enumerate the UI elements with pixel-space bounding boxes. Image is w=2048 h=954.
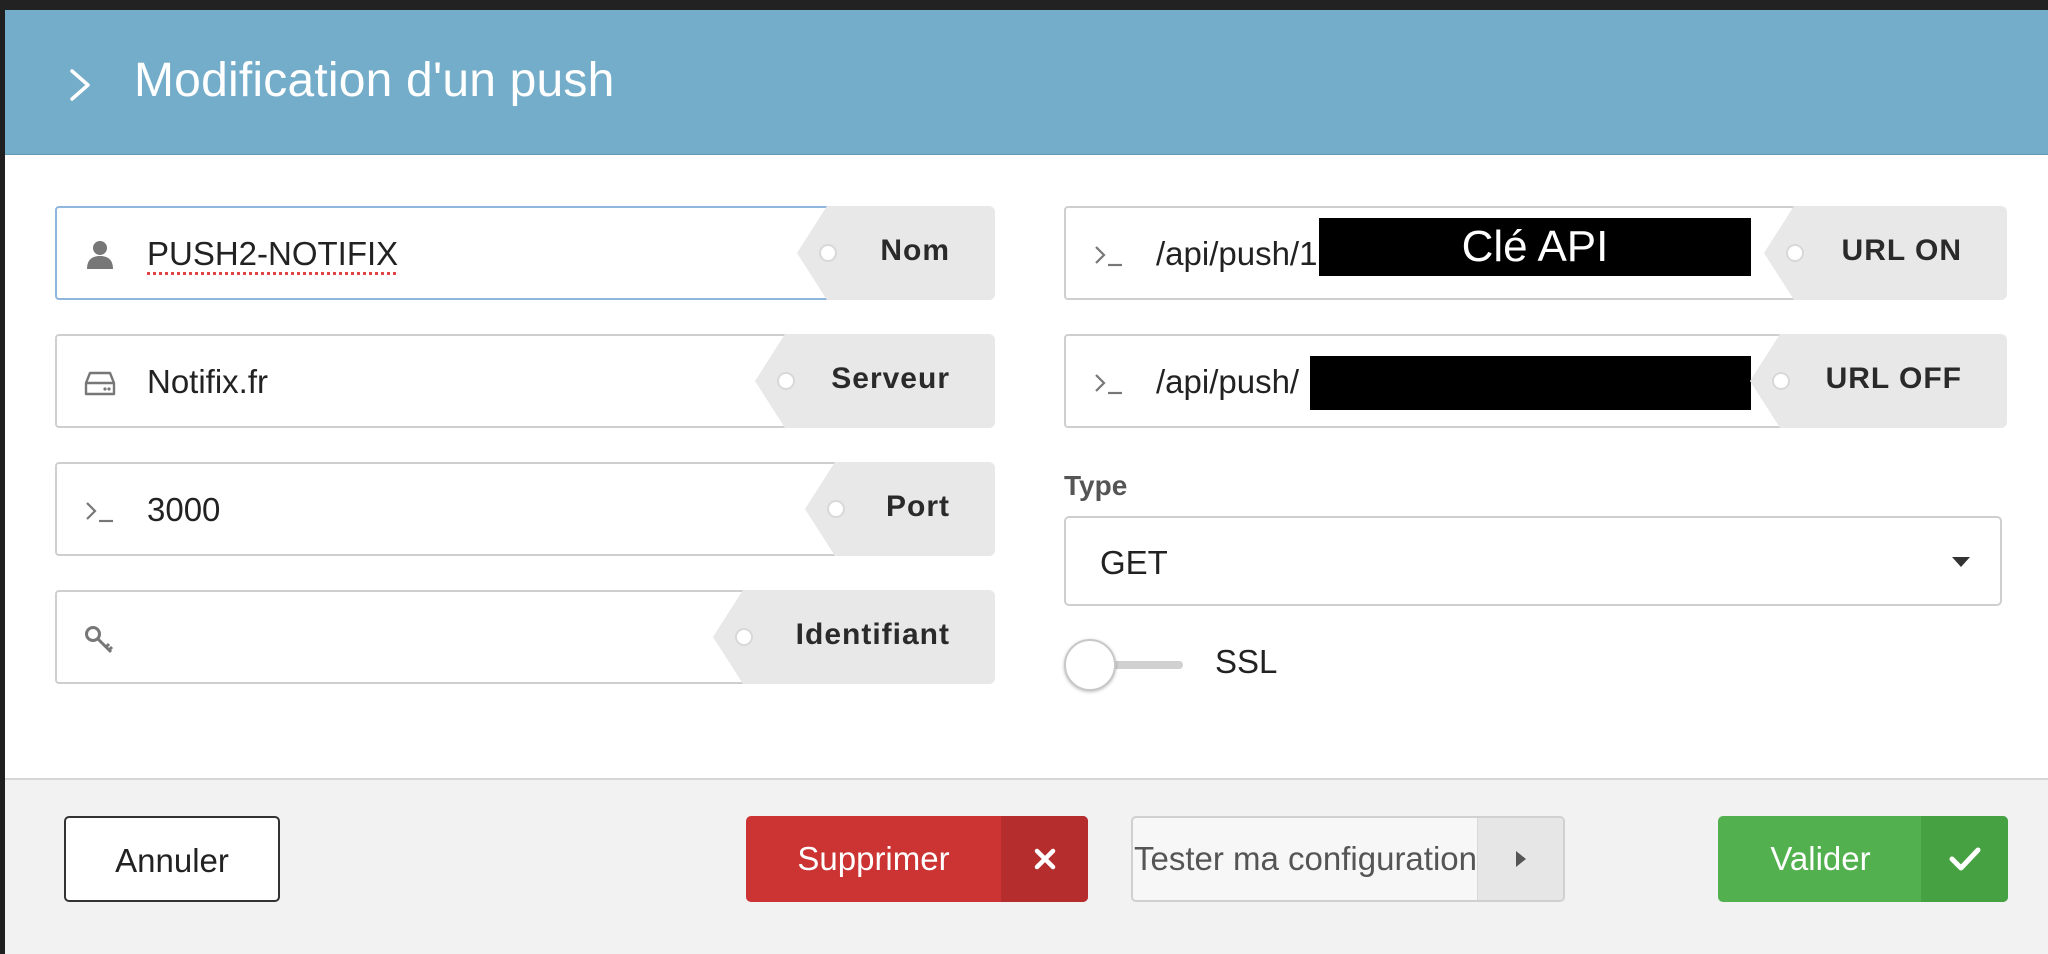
- test-config-button[interactable]: Tester ma configuration: [1131, 816, 1565, 902]
- type-select[interactable]: GET: [1064, 516, 2002, 606]
- window-top-strip: [0, 0, 2048, 10]
- url-off-tag: URL OFF: [1750, 334, 2007, 428]
- port-field[interactable]: 3000: [55, 462, 845, 556]
- nom-tag: Nom: [797, 206, 995, 300]
- identifiant-tag: Identifiant: [713, 590, 995, 684]
- ssl-toggle-knob[interactable]: [1064, 639, 1116, 691]
- terminal-icon: [1095, 374, 1122, 395]
- server-icon: [84, 371, 116, 396]
- delete-button[interactable]: Supprimer: [746, 816, 1088, 902]
- url-off-label: URL OFF: [1825, 362, 1962, 395]
- type-selected-value: GET: [1100, 544, 1168, 581]
- terminal-icon: [1095, 246, 1122, 267]
- play-icon: [1515, 851, 1526, 867]
- cancel-button[interactable]: Annuler: [64, 816, 280, 902]
- url-on-value[interactable]: /api/push/1: [1156, 235, 1317, 273]
- cancel-button-label: Annuler: [115, 842, 229, 879]
- checkmark-icon: [1949, 847, 1980, 871]
- nom-label: Nom: [880, 234, 950, 267]
- test-config-button-label: Tester ma configuration: [1133, 840, 1477, 877]
- terminal-icon: [86, 502, 113, 523]
- serveur-field[interactable]: Notifix.fr: [55, 334, 845, 428]
- validate-button-icon-area: [1921, 816, 2008, 902]
- validate-button-label: Valider: [1770, 840, 1871, 877]
- serveur-value[interactable]: Notifix.fr: [147, 363, 268, 401]
- port-label: Port: [886, 490, 950, 523]
- identifiant-label: Identifiant: [795, 618, 950, 651]
- edit-push-modal: Modification d'un push PUSH2-NOTIFIX Nom…: [5, 10, 2048, 954]
- modal-footer: Annuler Supprimer Tester ma configuratio…: [5, 778, 2048, 954]
- serveur-label: Serveur: [831, 362, 950, 395]
- close-icon: [1034, 848, 1055, 870]
- key-icon: [85, 626, 114, 654]
- port-tag: Port: [805, 462, 995, 556]
- redaction-box: Clé API: [1319, 218, 1751, 276]
- nom-value[interactable]: PUSH2-NOTIFIX: [147, 235, 398, 273]
- url-off-value[interactable]: /api/push/: [1156, 363, 1299, 401]
- chevron-right-icon: [70, 69, 90, 101]
- modal-header: Modification d'un push: [5, 10, 2048, 155]
- ssl-label: SSL: [1215, 643, 1278, 680]
- delete-button-icon-area: [1001, 816, 1088, 902]
- port-value[interactable]: 3000: [147, 491, 220, 529]
- type-label: Type: [1064, 470, 1128, 501]
- redaction-box: [1310, 356, 1751, 410]
- delete-button-label: Supprimer: [797, 840, 950, 877]
- caret-down-icon: [1952, 557, 1970, 567]
- serveur-tag: Serveur: [755, 334, 995, 428]
- url-on-label: URL ON: [1841, 234, 1962, 267]
- url-on-tag: URL ON: [1764, 206, 2007, 300]
- test-config-button-icon-area: [1477, 818, 1563, 900]
- validate-button[interactable]: Valider: [1718, 816, 2008, 902]
- user-icon: [87, 241, 113, 269]
- nom-field[interactable]: PUSH2-NOTIFIX: [55, 206, 845, 300]
- modal-title: Modification d'un push: [134, 54, 615, 107]
